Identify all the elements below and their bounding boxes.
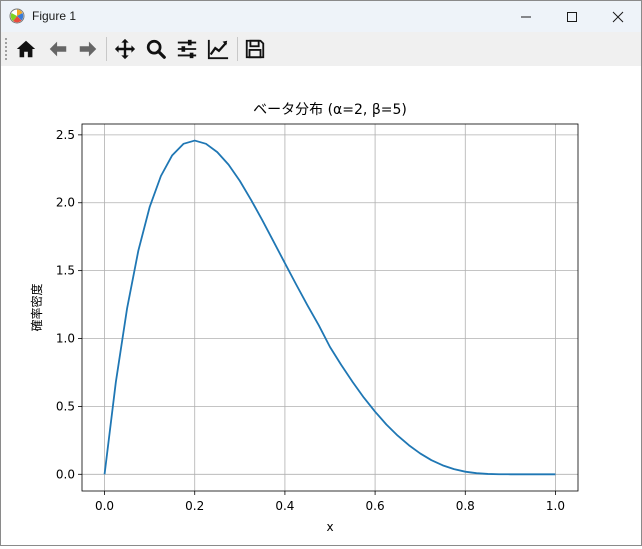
toolbar-grip — [5, 38, 9, 60]
edit-axis-icon — [207, 39, 229, 60]
minimize-icon — [521, 16, 531, 17]
x-tick-label: 0.6 — [366, 499, 385, 513]
edit-axis-button[interactable] — [205, 36, 231, 62]
chart-title: ベータ分布 (α=2, β=5) — [253, 102, 407, 118]
y-tick-label: 2.0 — [56, 196, 75, 210]
home-icon — [16, 40, 36, 58]
back-button[interactable] — [45, 36, 71, 62]
maximize-button[interactable] — [549, 1, 595, 32]
y-tick-label: 0.0 — [56, 467, 75, 481]
minimize-button[interactable] — [503, 1, 549, 32]
subplots-icon — [177, 39, 197, 59]
pan-button[interactable] — [112, 36, 138, 62]
figure-background — [1, 66, 641, 545]
figure-canvas[interactable]: 0.0 0.2 0.4 0.6 0.8 1.0 0.0 0.5 1.0 1.5 2.0 2.5 ベータ… — [1, 66, 641, 545]
close-button[interactable] — [595, 1, 641, 32]
y-axis-label: 確率密度 — [29, 283, 44, 331]
home-button[interactable] — [13, 36, 39, 62]
back-icon — [49, 41, 67, 57]
plot-svg[interactable]: 0.0 0.2 0.4 0.6 0.8 1.0 0.0 0.5 1.0 1.5 2.0 2.5 ベータ… — [1, 66, 641, 545]
maximize-icon — [567, 11, 577, 22]
subplots-button[interactable] — [174, 36, 200, 62]
x-tick-label: 0.2 — [185, 499, 204, 513]
toolbar-separator — [106, 37, 107, 61]
figure-window: Figure 1 0.0 0.2 0.4 0.6 0.8 1.0 0.0 0.5… — [0, 0, 642, 546]
matplotlib-icon — [9, 8, 25, 24]
y-tick-label: 0.5 — [56, 399, 75, 413]
y-tick-label: 1.5 — [56, 264, 75, 278]
pan-icon — [114, 38, 136, 60]
forward-button[interactable] — [75, 36, 101, 62]
close-icon — [612, 11, 624, 22]
title-bar[interactable]: Figure 1 — [1, 1, 641, 32]
toolbar-separator — [237, 37, 238, 61]
y-tick-label: 1.0 — [56, 332, 75, 346]
navigation-toolbar — [1, 32, 641, 66]
y-tick-label: 2.5 — [56, 128, 75, 142]
zoom-button[interactable] — [143, 36, 169, 62]
x-tick-label: 0.0 — [95, 499, 114, 513]
save-icon — [245, 39, 265, 59]
forward-icon — [79, 41, 97, 57]
x-axis-label: x — [326, 520, 333, 534]
save-button[interactable] — [242, 36, 268, 62]
x-tick-label: 0.4 — [275, 499, 294, 513]
window-title: Figure 1 — [32, 9, 77, 23]
x-tick-label: 0.8 — [456, 499, 475, 513]
x-tick-label: 1.0 — [546, 499, 565, 513]
zoom-icon — [146, 39, 166, 59]
